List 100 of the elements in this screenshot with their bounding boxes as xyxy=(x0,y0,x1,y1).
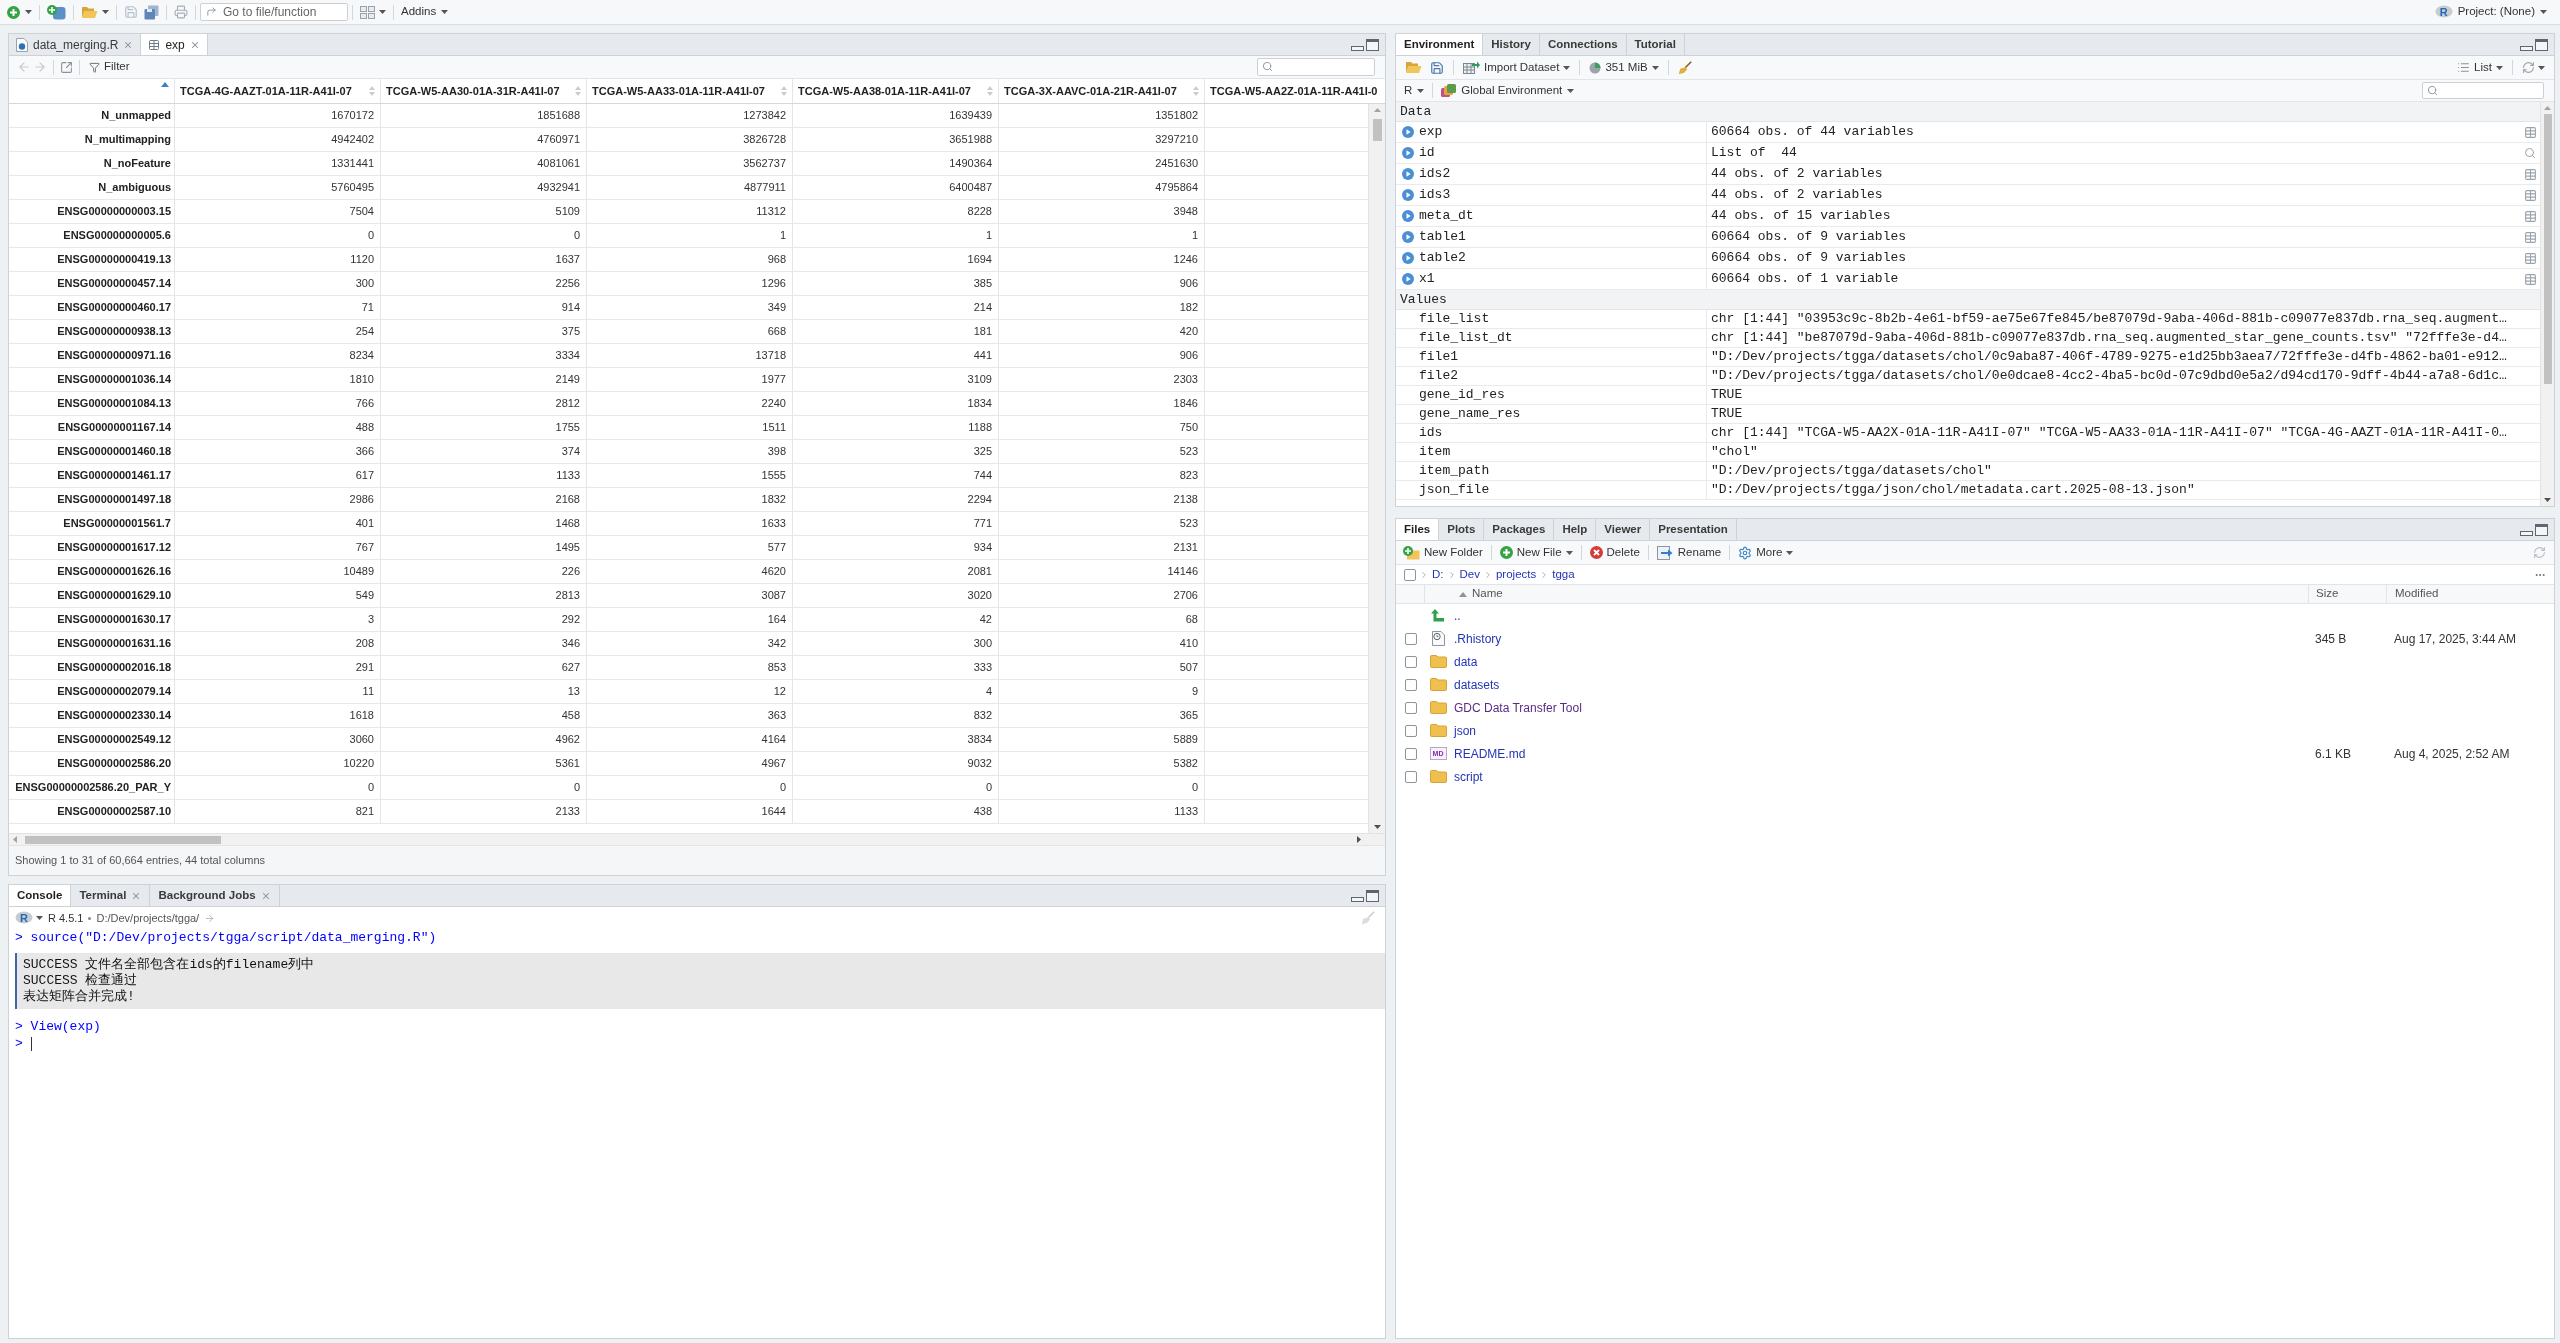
arrow-icon[interactable] xyxy=(204,912,216,924)
close-icon[interactable] xyxy=(260,890,271,901)
new-project-button[interactable] xyxy=(44,2,69,22)
table-icon[interactable] xyxy=(2523,167,2537,181)
file-link[interactable]: datasets xyxy=(1454,675,1500,694)
file-link[interactable]: json xyxy=(1454,721,1476,740)
sort-up-icon[interactable] xyxy=(161,82,169,87)
broom-icon[interactable] xyxy=(1361,911,1375,925)
breadcrumb-link[interactable]: D: xyxy=(1432,565,1444,584)
file-link[interactable]: script xyxy=(1454,767,1483,786)
table-icon[interactable] xyxy=(2523,230,2537,244)
maximize-icon[interactable] xyxy=(1366,889,1379,902)
vertical-scrollbar[interactable] xyxy=(2540,102,2554,506)
table-icon[interactable] xyxy=(2523,272,2537,286)
scroll-left-arrow-icon[interactable] xyxy=(13,836,17,843)
folder-icon[interactable] xyxy=(1429,724,1447,737)
file-link[interactable]: .. xyxy=(1454,606,1461,625)
search-field[interactable] xyxy=(2422,82,2544,99)
folder-icon[interactable] xyxy=(1429,770,1447,783)
scroll-up-arrow-icon[interactable] xyxy=(2544,106,2551,110)
column-header[interactable]: TCGA-4G-AAZT-01A-11R-A41I-07 xyxy=(175,79,381,103)
table-cell: 300 xyxy=(793,632,999,655)
file-link[interactable]: data xyxy=(1454,652,1478,671)
refresh-icon[interactable] xyxy=(2533,546,2546,559)
sort-icon xyxy=(781,86,787,96)
maximize-icon[interactable] xyxy=(2535,38,2548,51)
scroll-right-arrow-icon[interactable] xyxy=(1357,836,1361,843)
column-header[interactable]: TCGA-W5-AA33-01A-11R-A41I-07 xyxy=(587,79,793,103)
table-cell: 3562737 xyxy=(587,152,793,175)
scrollbar-thumb[interactable] xyxy=(25,835,221,844)
scrollbar-thumb[interactable] xyxy=(2543,114,2552,384)
addins-button[interactable]: Addins xyxy=(398,2,452,22)
scrollbar-thumb[interactable] xyxy=(1372,119,1382,141)
column-header[interactable]: TCGA-W5-AA2Z-01A-11R-A41I-0 xyxy=(1205,79,1385,103)
maximize-icon[interactable] xyxy=(1366,38,1379,51)
checkbox[interactable] xyxy=(1405,632,1417,645)
pane-tab[interactable]: Environment xyxy=(1396,34,1484,55)
column-header[interactable]: TCGA-3X-AAVC-01A-21R-A41I-07 xyxy=(999,79,1205,103)
checkbox[interactable] xyxy=(1404,568,1416,581)
caret-icon xyxy=(25,10,32,14)
table-icon[interactable] xyxy=(2523,188,2537,202)
breadcrumb-link[interactable]: projects xyxy=(1495,565,1537,584)
filter-button[interactable]: Filter xyxy=(86,57,133,77)
column-header[interactable]: TCGA-W5-AA38-01A-11R-A41I-07 xyxy=(793,79,999,103)
column-header[interactable]: Modified xyxy=(2386,585,2554,603)
checkbox[interactable] xyxy=(1405,770,1417,783)
table-cell: 1 xyxy=(999,224,1205,247)
pane-tab[interactable]: exp xyxy=(141,34,208,55)
folder-icon[interactable] xyxy=(1429,655,1447,668)
horizontal-scrollbar[interactable] xyxy=(9,833,1385,845)
table-icon[interactable] xyxy=(2523,251,2537,265)
search-field[interactable] xyxy=(1257,58,1375,76)
project-button[interactable]: R Project: (None) xyxy=(2431,2,2550,22)
scroll-down-arrow-icon[interactable] xyxy=(1373,825,1381,829)
checkbox[interactable] xyxy=(1405,701,1417,714)
delete-button[interactable]: Delete xyxy=(1586,542,1643,563)
close-icon[interactable] xyxy=(131,890,142,901)
table-cell: 577 xyxy=(587,536,793,559)
file-size: 6.1 KB xyxy=(2315,745,2352,763)
forward-arrow-icon[interactable] xyxy=(33,60,47,74)
external-window-icon[interactable] xyxy=(60,60,73,74)
pane-tab[interactable]: Files xyxy=(1396,519,1440,540)
file-link[interactable]: GDC Data Transfer Tool xyxy=(1454,698,1582,717)
chevron-icon xyxy=(1419,569,1429,580)
variable-name: table1 xyxy=(1419,228,1466,247)
more-button[interactable]: More xyxy=(1735,542,1797,563)
rename-button[interactable]: Rename xyxy=(1653,542,1725,563)
vertical-scrollbar[interactable] xyxy=(1368,104,1385,833)
checkbox[interactable] xyxy=(1405,655,1417,668)
checkbox[interactable] xyxy=(1405,678,1417,691)
maximize-icon[interactable] xyxy=(2535,523,2548,536)
close-icon[interactable] xyxy=(123,39,134,50)
scroll-up-arrow-icon[interactable] xyxy=(1373,108,1381,112)
close-icon[interactable] xyxy=(189,39,200,50)
scroll-down-arrow-icon[interactable] xyxy=(2544,498,2551,502)
up-arrow-icon[interactable] xyxy=(1431,609,1445,622)
column-header[interactable]: Name xyxy=(1425,585,2308,603)
folder-icon[interactable] xyxy=(1429,701,1447,714)
row-label: ENSG00000001630.17 xyxy=(9,608,175,631)
search-icon[interactable] xyxy=(2524,147,2536,159)
breadcrumb-link[interactable]: tgga xyxy=(1552,565,1575,584)
file-link[interactable]: .Rhistory xyxy=(1454,629,1502,648)
memory-usage-button[interactable]: 351 MiB xyxy=(1586,57,1662,78)
view-mode-button[interactable]: List xyxy=(2454,57,2506,78)
import-dataset-button[interactable]: Import Dataset xyxy=(1460,57,1574,78)
table-icon[interactable] xyxy=(2523,209,2537,223)
checkbox[interactable] xyxy=(1405,747,1417,760)
column-header[interactable]: Size xyxy=(2308,585,2386,603)
pane-tab[interactable]: Console xyxy=(9,885,72,906)
table-icon[interactable] xyxy=(2523,125,2537,139)
new-folder-button[interactable]: New Folder xyxy=(1400,542,1486,563)
breadcrumb-link[interactable]: Dev xyxy=(1459,565,1480,584)
new-file-button[interactable]: New File xyxy=(1496,542,1576,563)
checkbox[interactable] xyxy=(1405,724,1417,737)
column-header[interactable]: TCGA-W5-AA30-01A-31R-A41I-07 xyxy=(381,79,587,103)
environment-button[interactable]: Global Environment xyxy=(1439,81,1577,100)
folder-icon[interactable] xyxy=(1429,678,1447,691)
language-button[interactable]: R xyxy=(1402,81,1427,100)
go-to-file-field[interactable]: Go to file/function xyxy=(200,3,348,21)
file-link[interactable]: README.md xyxy=(1454,744,1526,763)
